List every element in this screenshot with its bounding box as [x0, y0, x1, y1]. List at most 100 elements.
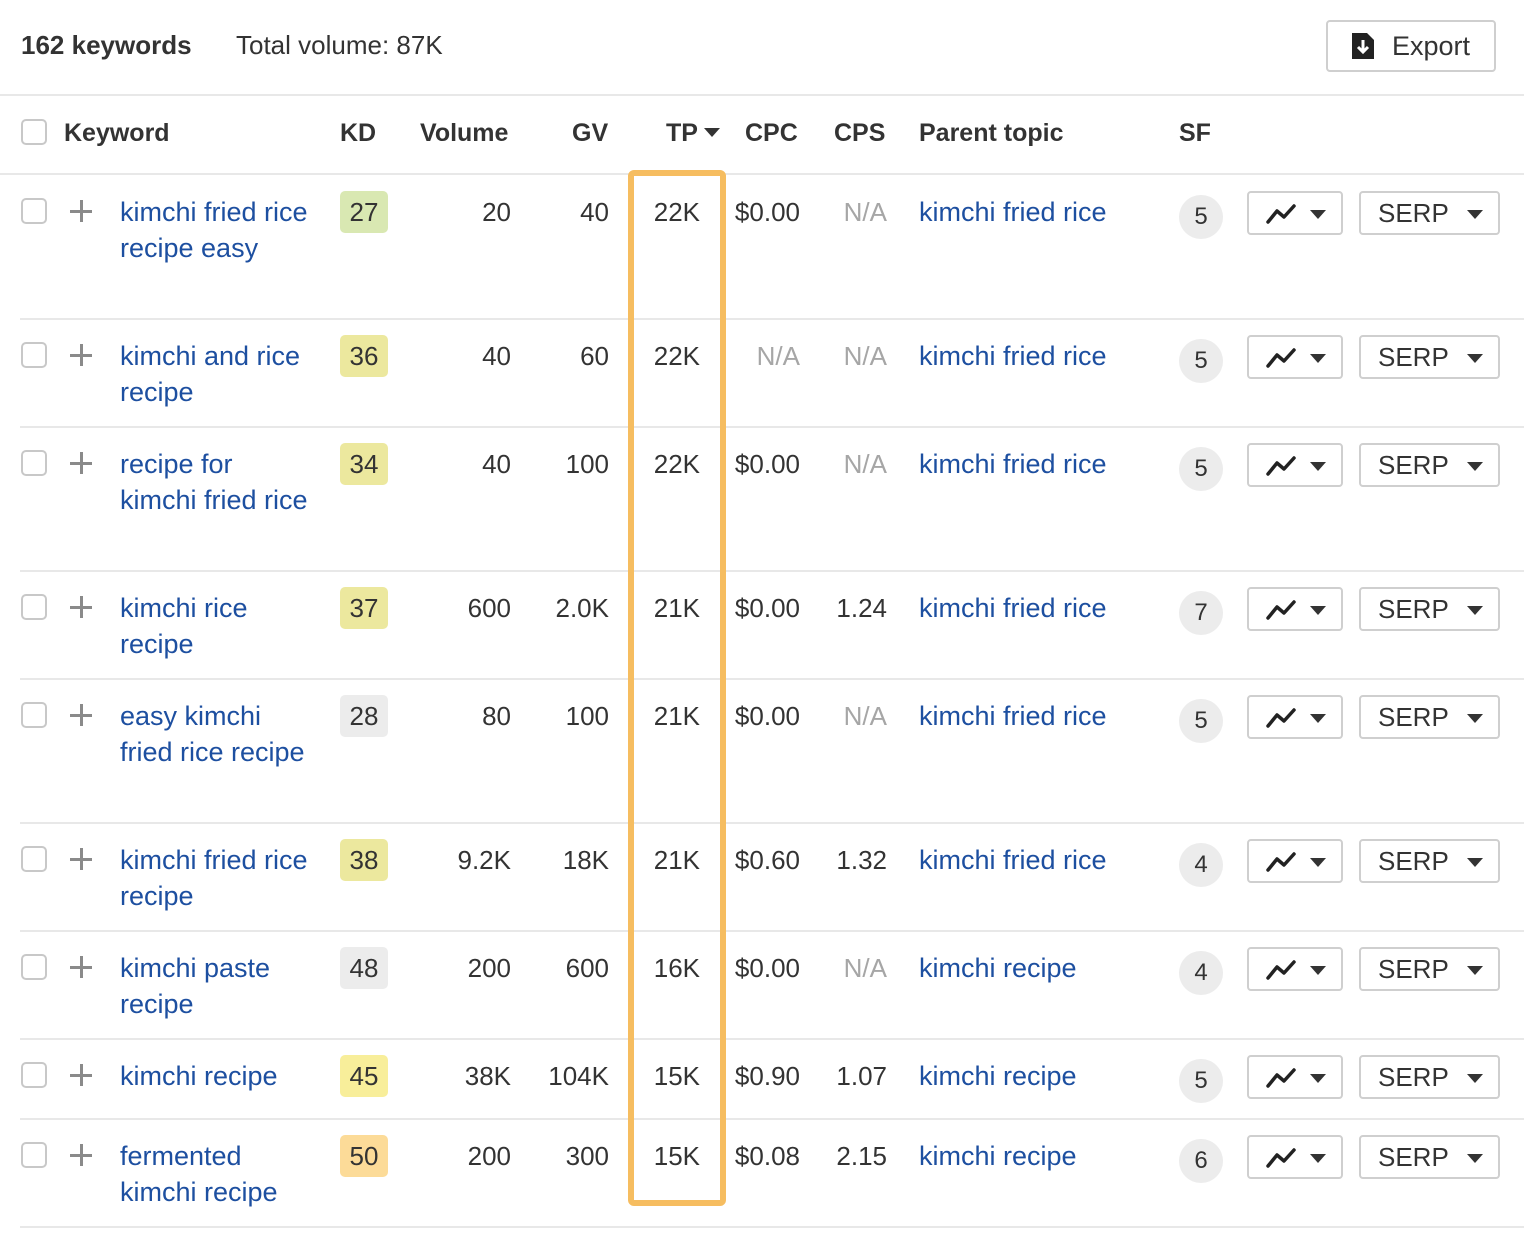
- keyword-link[interactable]: kimchi and rice recipe: [120, 338, 310, 410]
- trend-dropdown-button[interactable]: [1247, 1055, 1343, 1099]
- plus-icon[interactable]: [68, 198, 94, 224]
- plus-icon[interactable]: [68, 342, 94, 368]
- serp-label: SERP: [1378, 846, 1449, 877]
- plus-icon[interactable]: [68, 450, 94, 476]
- serp-dropdown-button[interactable]: SERP: [1359, 191, 1500, 235]
- serp-dropdown-button[interactable]: SERP: [1359, 1055, 1500, 1099]
- trend-dropdown-button[interactable]: [1247, 947, 1343, 991]
- keyword-link[interactable]: kimchi paste recipe: [120, 950, 310, 1022]
- kd-badge: 50: [340, 1135, 388, 1177]
- trend-line-icon: [1266, 707, 1296, 729]
- trend-dropdown-button[interactable]: [1247, 695, 1343, 739]
- column-cps[interactable]: CPS: [834, 119, 885, 148]
- row-checkbox[interactable]: [21, 846, 47, 872]
- chevron-down-icon: [1310, 858, 1326, 867]
- parent-topic-link[interactable]: kimchi recipe: [919, 1138, 1077, 1174]
- trend-dropdown-button[interactable]: [1247, 839, 1343, 883]
- row-checkbox[interactable]: [21, 342, 47, 368]
- row-checkbox[interactable]: [21, 702, 47, 728]
- trend-dropdown-button[interactable]: [1247, 443, 1343, 487]
- trend-dropdown-button[interactable]: [1247, 335, 1343, 379]
- trend-dropdown-button[interactable]: [1247, 191, 1343, 235]
- parent-topic-link[interactable]: kimchi fried rice: [919, 842, 1107, 878]
- gv-value: 104K: [548, 1058, 609, 1094]
- kd-badge: 28: [340, 695, 388, 737]
- sf-count-badge[interactable]: 7: [1179, 591, 1223, 635]
- chevron-down-icon: [1467, 858, 1483, 867]
- plus-icon[interactable]: [68, 1142, 94, 1168]
- column-tp[interactable]: TP: [666, 119, 720, 148]
- sf-count-badge[interactable]: 5: [1179, 195, 1223, 239]
- parent-topic-link[interactable]: kimchi fried rice: [919, 194, 1107, 230]
- tp-value: 22K: [654, 338, 700, 374]
- parent-topic-link[interactable]: kimchi fried rice: [919, 446, 1107, 482]
- cps-value: 1.07: [836, 1058, 887, 1094]
- select-all-checkbox[interactable]: [21, 119, 47, 145]
- column-keyword[interactable]: Keyword: [64, 119, 170, 148]
- row-checkbox[interactable]: [21, 1142, 47, 1168]
- cps-value: N/A: [844, 338, 887, 374]
- row-checkbox[interactable]: [21, 198, 47, 224]
- sf-count-badge[interactable]: 5: [1179, 699, 1223, 743]
- trend-dropdown-button[interactable]: [1247, 587, 1343, 631]
- column-parent-topic[interactable]: Parent topic: [919, 119, 1063, 148]
- row-checkbox[interactable]: [21, 594, 47, 620]
- sf-count-badge[interactable]: 6: [1179, 1139, 1223, 1183]
- row-checkbox[interactable]: [21, 954, 47, 980]
- cpc-value: N/A: [757, 338, 800, 374]
- keyword-link[interactable]: kimchi fried rice recipe easy: [120, 194, 310, 266]
- export-button[interactable]: Export: [1326, 20, 1496, 72]
- serp-dropdown-button[interactable]: SERP: [1359, 947, 1500, 991]
- volume-value: 38K: [465, 1058, 511, 1094]
- column-gv[interactable]: GV: [572, 119, 608, 148]
- keyword-link[interactable]: easy kimchi fried rice recipe: [120, 698, 310, 770]
- parent-topic-link[interactable]: kimchi recipe: [919, 1058, 1077, 1094]
- parent-topic-link[interactable]: kimchi fried rice: [919, 338, 1107, 374]
- volume-value: 20: [482, 194, 511, 230]
- parent-topic-link[interactable]: kimchi fried rice: [919, 698, 1107, 734]
- column-cpc[interactable]: CPC: [745, 119, 798, 148]
- plus-icon[interactable]: [68, 846, 94, 872]
- serp-dropdown-button[interactable]: SERP: [1359, 587, 1500, 631]
- sf-count-badge[interactable]: 5: [1179, 1059, 1223, 1103]
- keyword-link[interactable]: kimchi fried rice recipe: [120, 842, 310, 914]
- serp-label: SERP: [1378, 1142, 1449, 1173]
- gv-value: 300: [566, 1138, 609, 1174]
- plus-icon[interactable]: [68, 702, 94, 728]
- keyword-link[interactable]: recipe for kimchi fried rice: [120, 446, 310, 518]
- cpc-value: $0.60: [735, 842, 800, 878]
- chevron-down-icon: [1310, 462, 1326, 471]
- row-checkbox[interactable]: [21, 450, 47, 476]
- keyword-link[interactable]: fermented kimchi recipe: [120, 1138, 310, 1210]
- keyword-link[interactable]: kimchi recipe: [120, 1058, 310, 1094]
- plus-icon[interactable]: [68, 594, 94, 620]
- plus-icon[interactable]: [68, 1062, 94, 1088]
- serp-label: SERP: [1378, 450, 1449, 481]
- total-volume: Total volume: 87K: [236, 30, 443, 61]
- keyword-link[interactable]: kimchi rice recipe: [120, 590, 310, 662]
- volume-value: 200: [468, 950, 511, 986]
- serp-dropdown-button[interactable]: SERP: [1359, 1135, 1500, 1179]
- serp-dropdown-button[interactable]: SERP: [1359, 443, 1500, 487]
- chevron-down-icon: [1467, 462, 1483, 471]
- sf-count-badge[interactable]: 5: [1179, 447, 1223, 491]
- parent-topic-link[interactable]: kimchi fried rice: [919, 590, 1107, 626]
- serp-dropdown-button[interactable]: SERP: [1359, 695, 1500, 739]
- trend-dropdown-button[interactable]: [1247, 1135, 1343, 1179]
- column-sf[interactable]: SF: [1179, 119, 1211, 148]
- serp-label: SERP: [1378, 954, 1449, 985]
- column-kd[interactable]: KD: [340, 119, 376, 148]
- cpc-value: $0.00: [735, 950, 800, 986]
- sf-count-badge[interactable]: 4: [1179, 843, 1223, 887]
- plus-icon[interactable]: [68, 954, 94, 980]
- sf-count-badge[interactable]: 5: [1179, 339, 1223, 383]
- row-checkbox[interactable]: [21, 1062, 47, 1088]
- serp-label: SERP: [1378, 198, 1449, 229]
- serp-label: SERP: [1378, 702, 1449, 733]
- parent-topic-link[interactable]: kimchi recipe: [919, 950, 1077, 986]
- volume-value: 40: [482, 446, 511, 482]
- sf-count-badge[interactable]: 4: [1179, 951, 1223, 995]
- serp-dropdown-button[interactable]: SERP: [1359, 839, 1500, 883]
- column-volume[interactable]: Volume: [420, 119, 508, 148]
- serp-dropdown-button[interactable]: SERP: [1359, 335, 1500, 379]
